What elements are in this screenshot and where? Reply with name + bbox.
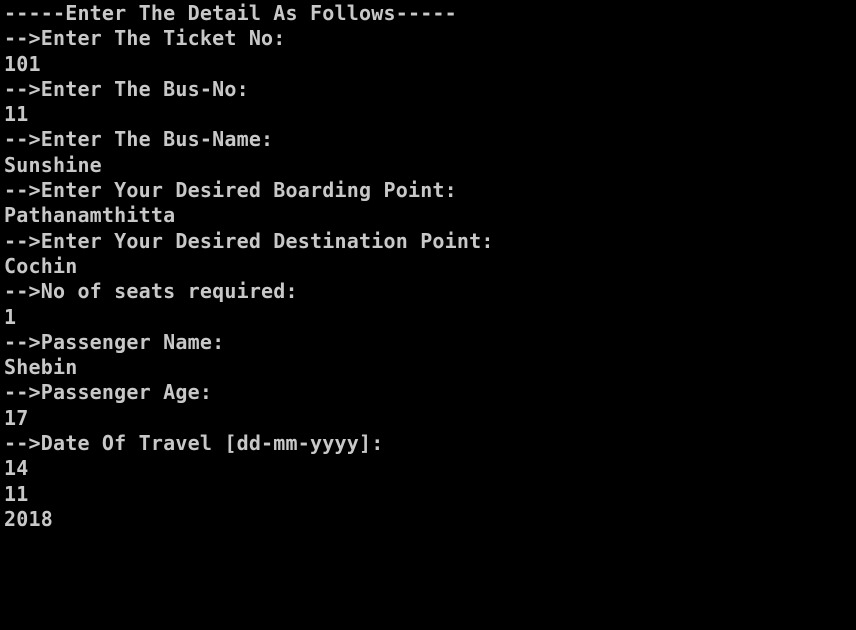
- input-bus-no: 11: [4, 102, 29, 127]
- input-travel-month: 11: [4, 481, 29, 506]
- input-travel-day: 14: [4, 456, 29, 481]
- input-passenger-age: 17: [4, 405, 29, 430]
- prompt-boarding-point: -->Enter Your Desired Boarding Point:: [4, 178, 457, 203]
- prompt-date-of-travel: -->Date Of Travel [dd-mm-yyyy]:: [4, 431, 384, 456]
- prompt-ticket-no: -->Enter The Ticket No:: [4, 26, 286, 51]
- input-bus-name: Sunshine: [4, 152, 102, 177]
- prompt-bus-no: -->Enter The Bus-No:: [4, 76, 249, 101]
- input-passenger-name: Shebin: [4, 355, 78, 380]
- input-boarding-point: Pathanamthitta: [4, 203, 176, 228]
- console-window[interactable]: -----Enter The Detail As Follows----- --…: [0, 0, 856, 630]
- input-seats-required: 1: [4, 304, 17, 329]
- prompt-passenger-age: -->Passenger Age:: [4, 380, 213, 405]
- input-ticket-no: 101: [4, 51, 41, 76]
- input-travel-year: 2018: [4, 506, 53, 531]
- prompt-passenger-name: -->Passenger Name:: [4, 329, 225, 354]
- prompt-destination-point: -->Enter Your Desired Destination Point:: [4, 228, 494, 253]
- console-output: -----Enter The Detail As Follows----- --…: [4, 1, 494, 532]
- input-destination-point: Cochin: [4, 253, 78, 278]
- console-header: -----Enter The Detail As Follows-----: [4, 1, 457, 25]
- prompt-seats-required: -->No of seats required:: [4, 279, 298, 304]
- prompt-bus-name: -->Enter The Bus-Name:: [4, 127, 274, 152]
